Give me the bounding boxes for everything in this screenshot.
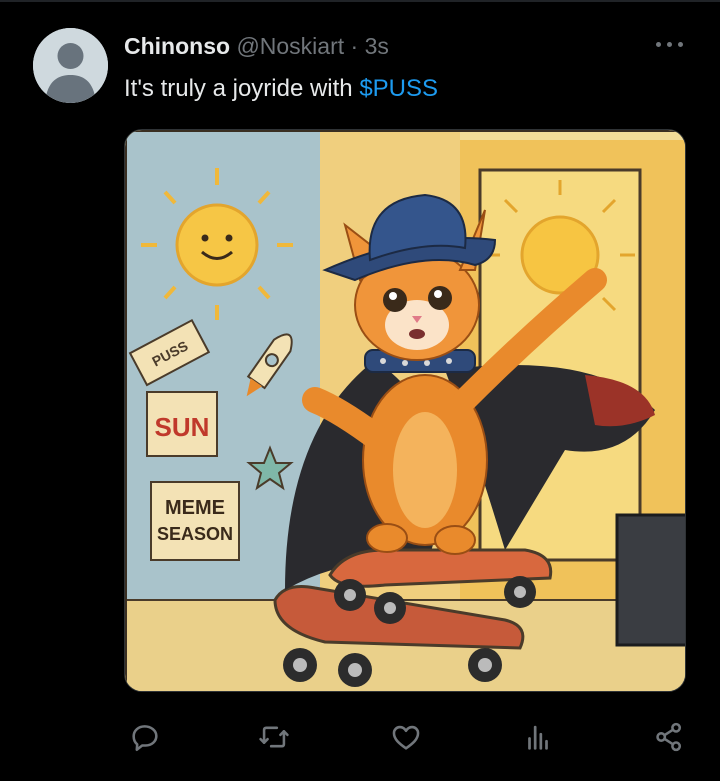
views-button[interactable]	[521, 720, 555, 754]
sign-meme-text: MEME	[165, 497, 225, 519]
timestamp[interactable]: 3s	[365, 33, 389, 59]
avatar[interactable]	[33, 28, 108, 103]
more-dot	[667, 42, 672, 47]
like-button[interactable]	[389, 720, 423, 754]
author-name[interactable]: Chinonso	[124, 33, 230, 59]
tweet-header: Chinonso @Noskiart · 3s	[124, 32, 389, 60]
smiling-sun	[175, 203, 259, 287]
cashtag-link[interactable]: $PUSS	[359, 75, 438, 102]
top-divider	[0, 0, 720, 2]
retweet-icon	[259, 726, 289, 748]
like-icon	[392, 725, 420, 750]
retweet-button[interactable]	[257, 720, 291, 754]
meme-season-sign	[150, 481, 240, 561]
monitor	[615, 513, 685, 647]
more-options-button[interactable]	[652, 33, 686, 57]
reply-icon	[132, 725, 158, 752]
separator-dot: ·	[350, 33, 359, 59]
more-dot	[656, 42, 661, 47]
sign-season-text: SEASON	[157, 524, 233, 544]
tweet-text-body: It's truly a joyride with	[124, 75, 360, 102]
views-icon	[528, 725, 548, 750]
tweet-image[interactable]: PUSS SUN MEME SEASON	[124, 129, 686, 692]
tweet-text: It's truly a joyride with $PUSS	[124, 74, 438, 104]
sign-sun-text: SUN	[155, 412, 210, 442]
cat-skateboard-illustration: PUSS SUN MEME SEASON	[125, 130, 685, 691]
reply-button[interactable]	[128, 720, 162, 754]
share-icon	[656, 722, 682, 752]
author-handle[interactable]: @Noskiart	[236, 33, 344, 59]
more-dot	[678, 42, 683, 47]
share-button[interactable]	[652, 720, 686, 754]
default-avatar-icon	[33, 28, 108, 103]
